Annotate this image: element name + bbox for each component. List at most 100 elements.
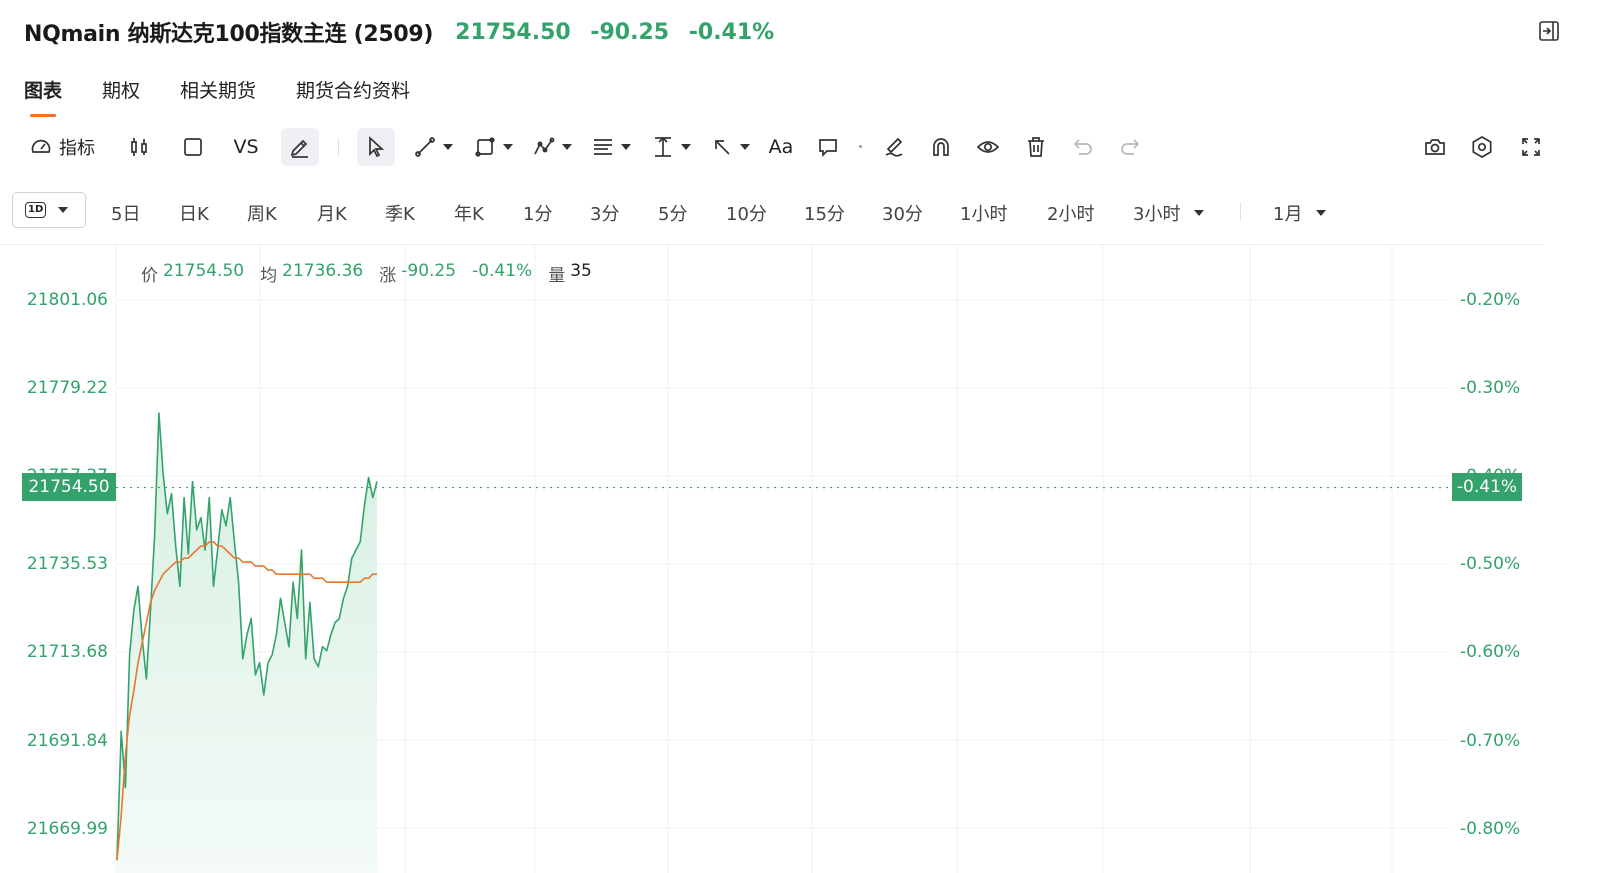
compare-label: VS — [233, 136, 259, 158]
period-quarter-k[interactable]: 季K — [385, 200, 415, 226]
section-tabs: 图表 期权 相关期货 期货合约资料 — [24, 76, 450, 117]
toolbar-dot — [859, 145, 862, 148]
line-tool-button[interactable] — [410, 128, 456, 166]
legend-price-label: 价 — [141, 266, 158, 286]
y-tick-left: 21691.84 — [26, 731, 108, 751]
magnet-icon — [933, 138, 949, 156]
chevron-down-icon — [1316, 210, 1327, 216]
period-type-select[interactable]: 1D — [12, 192, 86, 228]
cursor-tool-button[interactable] — [357, 128, 395, 166]
candlestick-button[interactable] — [124, 128, 154, 166]
period-year-k[interactable]: 年K — [454, 200, 484, 226]
current-pct-tag: -0.41% — [1452, 473, 1522, 501]
chevron-down-icon — [1194, 210, 1205, 216]
range-label: 1月 — [1273, 204, 1303, 225]
legend-change-pct: -0.41% — [472, 261, 533, 281]
period-2h[interactable]: 2小时 — [1047, 200, 1094, 226]
settings-button[interactable] — [1467, 128, 1497, 166]
pattern-tool-button[interactable] — [529, 128, 575, 166]
legend-avg-label: 均 — [260, 266, 278, 286]
period-bar: 1D 5日 日K 周K 月K 季K 年K 1分 3分 5分 10分 15分 30… — [12, 192, 1552, 230]
period-1min[interactable]: 1分 — [523, 200, 552, 226]
collapse-panel-icon[interactable] — [1538, 20, 1560, 42]
intraday-chart[interactable]: 价 21754.50 均 21736.36 涨 -90.25 -0.41% 量 … — [0, 245, 1560, 873]
legend-change-value: -90.25 — [401, 261, 457, 281]
period-15min[interactable]: 15分 — [804, 200, 845, 226]
chevron-down-icon — [562, 144, 572, 150]
period-3h-label: 3小时 — [1133, 204, 1181, 225]
delete-drawings-button[interactable] — [1021, 128, 1051, 166]
last-price: 21754.50 — [455, 19, 571, 45]
square-icon — [184, 138, 202, 156]
erase-drawings-button[interactable] — [879, 128, 909, 166]
chevron-down-icon — [503, 144, 513, 150]
measure-tool-button[interactable] — [648, 128, 694, 166]
shape-tool-icon — [475, 137, 495, 157]
cursor-icon — [369, 136, 385, 158]
fullscreen-icon — [1522, 138, 1540, 156]
period-week-k[interactable]: 周K — [247, 200, 277, 226]
arrow-tool-icon — [715, 140, 730, 155]
gauge-icon — [31, 139, 51, 153]
comment-tool-button[interactable] — [814, 128, 842, 166]
period-month-k[interactable]: 月K — [317, 200, 347, 226]
y-tick-right: -0.30% — [1460, 378, 1521, 398]
pencil-icon — [290, 139, 308, 158]
frame-button[interactable] — [178, 128, 208, 166]
tab-contract-info[interactable]: 期货合约资料 — [296, 76, 410, 117]
chart-toolbar: 指标 VS Aa — [18, 128, 1568, 166]
tab-related-futures[interactable]: 相关期货 — [180, 76, 256, 117]
period-3h-select[interactable]: 3小时 — [1133, 200, 1205, 226]
fullscreen-button[interactable] — [1516, 128, 1546, 166]
period-day-k[interactable]: 日K — [179, 200, 209, 226]
instrument-title: NQmain 纳斯达克100指数主连 (2509) — [24, 22, 434, 47]
period-30min[interactable]: 30分 — [882, 200, 923, 226]
y-tick-right: -0.50% — [1460, 554, 1521, 574]
y-tick-left: 21669.99 — [26, 819, 108, 839]
period-5d[interactable]: 5日 — [111, 200, 140, 226]
period-10min[interactable]: 10分 — [726, 200, 767, 226]
chevron-down-icon — [621, 144, 631, 150]
redo-icon — [1121, 139, 1140, 155]
text-tool-button[interactable]: Aa — [766, 128, 796, 166]
visibility-button[interactable] — [973, 128, 1003, 166]
chevron-down-icon — [681, 144, 691, 150]
fib-tool-button[interactable] — [588, 128, 634, 166]
settings-icon — [1472, 136, 1492, 158]
erase-draw-icon — [885, 137, 903, 157]
quote-header: NQmain 纳斯达克100指数主连 (2509) 21754.50 -90.2… — [24, 14, 786, 50]
y-tick-right: -0.70% — [1460, 731, 1521, 751]
period-1h[interactable]: 1小时 — [960, 200, 1007, 226]
trash-icon — [1028, 137, 1044, 157]
undo-button[interactable] — [1068, 128, 1098, 166]
text-tool-label: Aa — [768, 136, 794, 158]
legend-volume-value: 35 — [570, 261, 592, 281]
indicator-button[interactable]: 指标 — [22, 128, 102, 166]
chevron-down-icon — [740, 144, 750, 150]
tab-options[interactable]: 期权 — [102, 76, 140, 117]
y-tick-left: 21779.22 — [26, 378, 108, 398]
price-change-pct: -0.41% — [688, 19, 775, 45]
compare-button[interactable]: VS — [230, 128, 262, 166]
y-tick-right: -0.80% — [1460, 819, 1521, 839]
period-divider — [1240, 202, 1241, 220]
period-type-badge: 1D — [25, 202, 47, 218]
screenshot-button[interactable] — [1420, 128, 1450, 166]
tab-chart[interactable]: 图表 — [24, 76, 62, 117]
range-select[interactable]: 1月 — [1273, 200, 1327, 226]
measure-tool-icon — [655, 136, 671, 157]
chart-canvas[interactable] — [0, 245, 1560, 873]
shape-tool-button[interactable] — [470, 128, 516, 166]
toolbar-divider — [338, 138, 339, 156]
y-tick-right: -0.20% — [1460, 290, 1521, 310]
draw-toggle-button[interactable] — [281, 128, 319, 166]
redo-button[interactable] — [1115, 128, 1145, 166]
legend-price-value: 21754.50 — [163, 261, 245, 281]
arrow-tool-button[interactable] — [707, 128, 753, 166]
y-tick-left: 21801.06 — [26, 290, 108, 310]
period-3min[interactable]: 3分 — [590, 200, 619, 226]
period-5min[interactable]: 5分 — [658, 200, 687, 226]
camera-icon — [1425, 139, 1445, 155]
magnet-button[interactable] — [926, 128, 956, 166]
price-change: -90.25 — [590, 19, 670, 45]
